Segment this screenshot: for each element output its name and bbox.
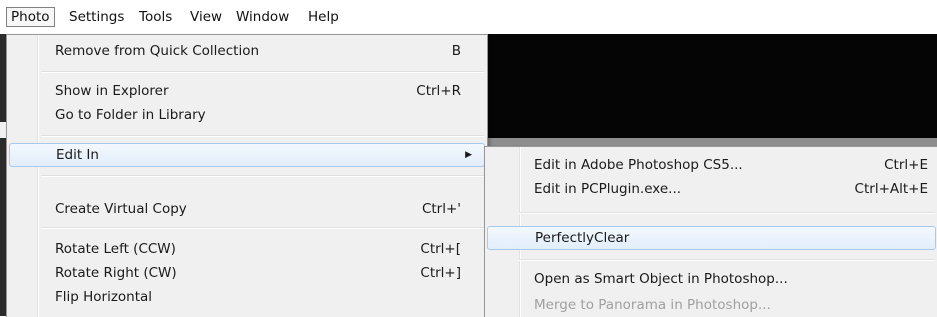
menu-item-create-virtual-copy[interactable]: Create Virtual Copy Ctrl+' — [9, 197, 485, 221]
menu-window[interactable]: Window — [232, 8, 293, 26]
menu-item-show-in-explorer[interactable]: Show in Explorer Ctrl+R — [9, 79, 485, 103]
photo-preview-area — [488, 34, 937, 147]
menu-item-label: Remove from Quick Collection — [55, 43, 260, 59]
menu-item-label: Rotate Right (CW) — [55, 265, 177, 281]
menu-item-shortcut: B — [451, 43, 461, 59]
submenu-item-merge-to-panorama: Merge to Panorama in Photoshop... — [487, 293, 936, 317]
menu-item-remove-from-quick-collection[interactable]: Remove from Quick Collection B — [9, 39, 485, 63]
menu-item-shortcut: Ctrl+Alt+E — [854, 181, 928, 197]
menu-item-shortcut: Ctrl+R — [416, 83, 461, 99]
menu-item-shortcut: Ctrl+[ — [420, 241, 461, 257]
menu-item-label: Open as Smart Object in Photoshop... — [534, 271, 788, 287]
menu-item-label: PerfectlyClear — [535, 230, 630, 246]
menu-item-go-to-folder-in-library[interactable]: Go to Folder in Library — [9, 103, 485, 127]
menu-view[interactable]: View — [186, 8, 226, 26]
menu-item-shortcut: Ctrl+] — [420, 265, 461, 281]
menu-item-label: Go to Folder in Library — [55, 107, 206, 123]
menu-item-label: Edit in Adobe Photoshop CS5... — [534, 157, 743, 173]
menu-item-label: Edit in PCPlugin.exe... — [534, 181, 682, 197]
menu-item-rotate-right[interactable]: Rotate Right (CW) Ctrl+] — [9, 261, 485, 285]
menu-item-rotate-left[interactable]: Rotate Left (CCW) Ctrl+[ — [9, 237, 485, 261]
menu-separator — [41, 227, 484, 229]
menu-help[interactable]: Help — [304, 8, 343, 26]
submenu-item-edit-in-pcplugin[interactable]: Edit in PCPlugin.exe... Ctrl+Alt+E — [487, 177, 936, 201]
menu-photo[interactable]: Photo — [6, 7, 55, 27]
menu-separator — [519, 212, 935, 214]
menu-item-label: Create Virtual Copy — [55, 201, 187, 217]
menu-bar: Photo Settings Tools View Window Help — [0, 0, 937, 34]
menu-separator — [41, 71, 484, 73]
submenu-item-open-as-smart-object[interactable]: Open as Smart Object in Photoshop... — [487, 267, 936, 291]
menu-item-edit-in[interactable]: Edit In ▶ — [9, 143, 485, 167]
chevron-right-icon: ▶ — [465, 150, 472, 160]
photo-menu: Remove from Quick Collection B Show in E… — [6, 34, 488, 317]
menu-separator — [41, 175, 484, 177]
submenu-item-perfectlyclear[interactable]: PerfectlyClear — [487, 226, 936, 250]
menu-item-label: Edit In — [56, 147, 99, 163]
menu-item-flip-horizontal[interactable]: Flip Horizontal — [9, 285, 485, 309]
menu-item-shortcut: Ctrl+' — [421, 201, 461, 217]
menu-item-label: Show in Explorer — [55, 83, 169, 99]
menu-settings[interactable]: Settings — [65, 8, 128, 26]
menu-separator — [41, 135, 484, 137]
menu-item-label: Merge to Panorama in Photoshop... — [534, 297, 771, 313]
submenu-item-edit-in-photoshop[interactable]: Edit in Adobe Photoshop CS5... Ctrl+E — [487, 153, 936, 177]
menu-item-shortcut: Ctrl+E — [884, 157, 928, 173]
menu-item-label: Rotate Left (CCW) — [55, 241, 176, 257]
menu-item-label: Flip Horizontal — [55, 289, 153, 305]
edit-in-submenu: Edit in Adobe Photoshop CS5... Ctrl+E Ed… — [484, 146, 937, 317]
menu-separator — [519, 259, 935, 261]
menu-tools[interactable]: Tools — [135, 8, 176, 26]
